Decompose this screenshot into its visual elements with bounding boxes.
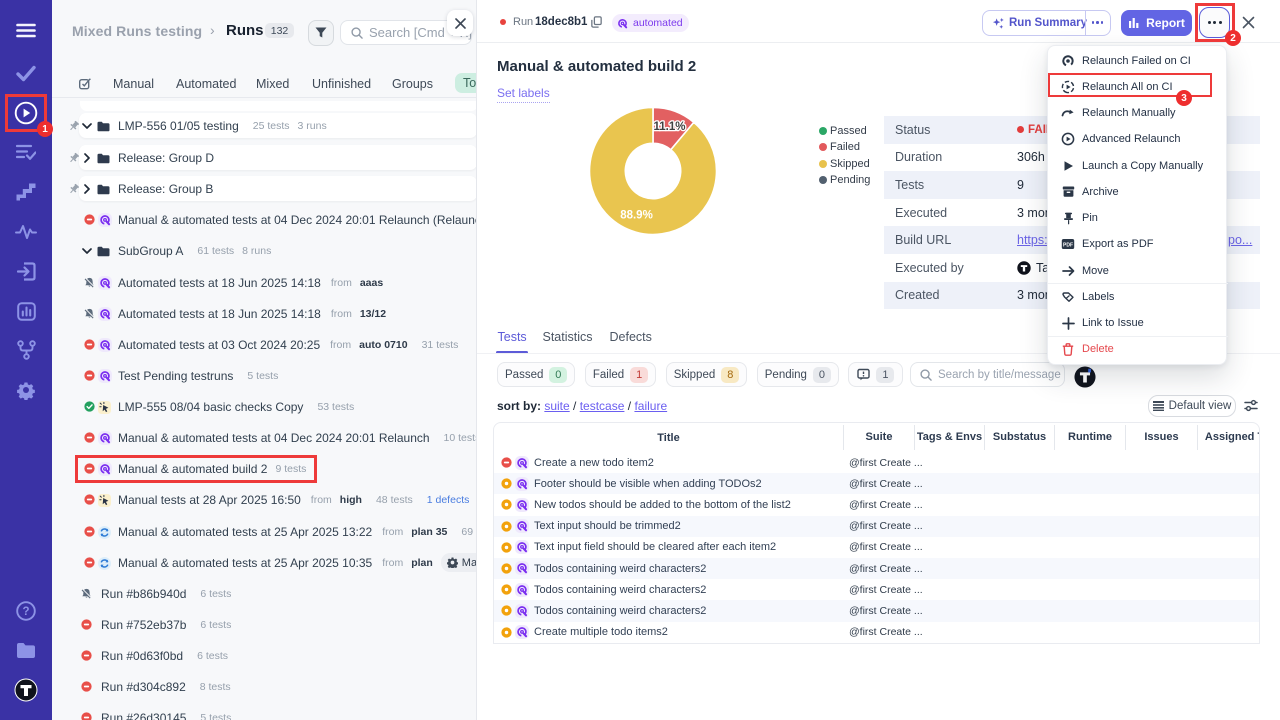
svg-text:?: ? bbox=[22, 606, 29, 618]
svg-text:88.9%: 88.9% bbox=[620, 210, 653, 222]
svg-text:PDF: PDF bbox=[1063, 243, 1073, 249]
svg-text:11.1%: 11.1% bbox=[654, 121, 686, 133]
